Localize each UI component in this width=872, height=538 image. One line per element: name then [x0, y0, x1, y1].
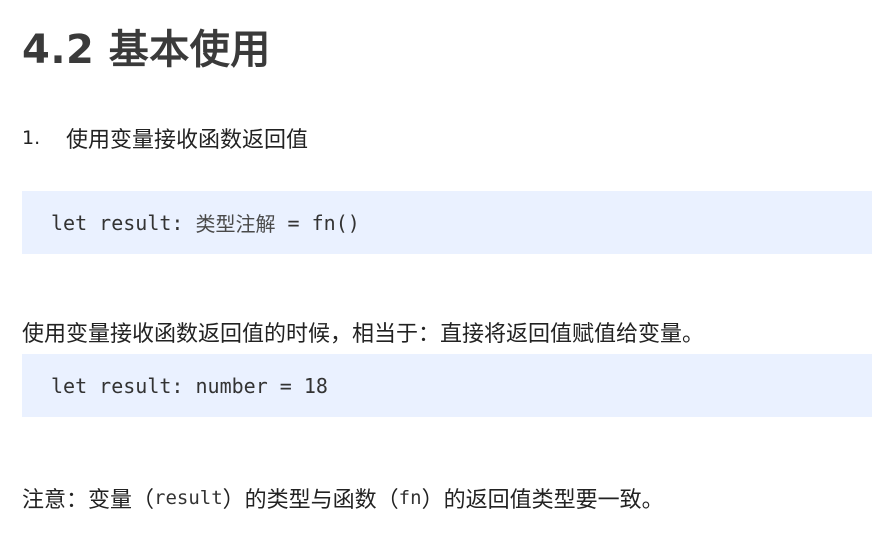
document-page: 4.2 基本使用 1. 使用变量接收函数返回值 let result: 类型注解…: [0, 0, 872, 538]
list-number: 1.: [22, 127, 41, 149]
code-block-number-result: let result: number = 18: [22, 354, 872, 417]
list-item-text: 使用变量接收函数返回值: [66, 128, 309, 153]
code-prefix: let result:: [51, 210, 196, 235]
note-prefix: 注意：变量（: [22, 488, 155, 513]
note-paragraph: 注意：变量（ result ）的类型与函数（ fn ）的返回值类型要一致。: [22, 479, 664, 517]
inline-code-fn: fn: [398, 487, 422, 509]
section-title: 4.2 基本使用: [22, 27, 271, 73]
code-block-type-annotation: let result: 类型注解 = fn(): [22, 191, 872, 254]
note-middle: ）的类型与函数（: [222, 488, 399, 513]
note-suffix: ）的返回值类型要一致。: [421, 488, 664, 513]
inline-code-result: result: [154, 487, 223, 509]
code-suffix: = fn(): [275, 210, 360, 235]
ordered-list-item: 1. 使用变量接收函数返回值: [22, 120, 308, 156]
explanation-paragraph: 使用变量接收函数返回值的时候，相当于：直接将返回值赋值给变量。: [22, 322, 705, 347]
code-type-annotation: 类型注解: [195, 212, 276, 236]
